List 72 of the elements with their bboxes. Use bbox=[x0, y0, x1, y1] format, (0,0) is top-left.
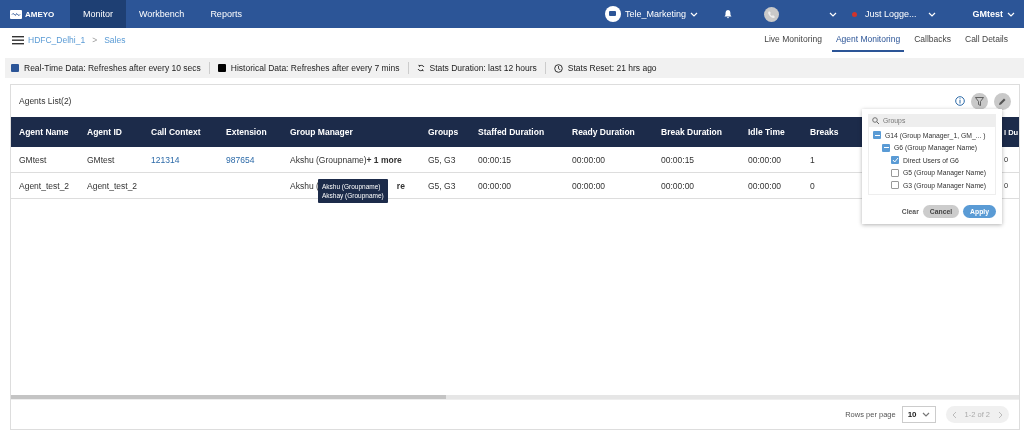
stats-text: Real-Time Data: Refreshes after every 10 secs bbox=[24, 63, 201, 73]
table-cell: 00:00:00 bbox=[661, 180, 695, 191]
table-cell: G5, G3 bbox=[428, 180, 456, 191]
table-cell: 00:00:15 bbox=[478, 154, 512, 165]
status-dropdown[interactable]: Just Logge... bbox=[851, 9, 937, 19]
table-cell: G5, G3 bbox=[428, 154, 456, 165]
checkbox[interactable] bbox=[891, 181, 899, 190]
campaign-dropdown[interactable]: Tele_Marketing bbox=[624, 9, 698, 19]
column-header[interactable]: Breaks bbox=[810, 127, 839, 137]
chevron-down-icon bbox=[928, 10, 937, 18]
menu-icon[interactable] bbox=[12, 35, 24, 45]
chevron-right-icon[interactable] bbox=[998, 410, 1003, 419]
bell-icon[interactable] bbox=[723, 9, 732, 19]
square-icon bbox=[217, 64, 226, 72]
chevron-down-icon bbox=[921, 411, 930, 418]
chevron-down-icon bbox=[1007, 10, 1015, 18]
more-link[interactable]: re bbox=[396, 180, 405, 191]
table-cell: 00:00:00 bbox=[572, 154, 606, 165]
filter-button[interactable] bbox=[971, 92, 988, 110]
column-header[interactable]: Group Manager bbox=[290, 127, 353, 137]
table-cell: GMtest bbox=[19, 154, 47, 165]
table-cell: Agent_test_2 bbox=[87, 180, 138, 191]
table-link[interactable]: 987654 bbox=[226, 154, 255, 165]
checkbox[interactable] bbox=[891, 156, 899, 165]
nav-menu-item[interactable]: Reports bbox=[197, 0, 255, 28]
column-header[interactable]: Idle Time bbox=[748, 127, 785, 137]
refresh-icon bbox=[416, 64, 425, 72]
chevron-down-icon bbox=[689, 10, 698, 18]
filter-icon bbox=[975, 96, 984, 106]
tab[interactable]: Call Details bbox=[961, 28, 1012, 52]
pencil-icon bbox=[998, 96, 1007, 106]
table-cell: 1 bbox=[810, 154, 815, 165]
table-cell: 00:00:15 bbox=[661, 154, 695, 165]
stats-text: Historical Data: Refreshes after every 7 mins bbox=[230, 63, 400, 73]
search-icon bbox=[872, 117, 879, 124]
chevron-down-icon[interactable] bbox=[828, 10, 837, 18]
table-cell: 0 bbox=[810, 180, 815, 191]
more-link[interactable]: + 1 more bbox=[366, 154, 402, 165]
chat-icon bbox=[604, 6, 621, 22]
edit-button[interactable] bbox=[994, 92, 1011, 110]
stats-text: Stats Duration: last 12 hours bbox=[429, 63, 537, 73]
table-cell: Agent_test_2 bbox=[19, 180, 70, 191]
group-manager-text: Akshu (Groupname) bbox=[290, 154, 367, 165]
phone-icon[interactable] bbox=[763, 6, 779, 22]
checkbox[interactable] bbox=[882, 143, 890, 152]
rows-per-page-select[interactable]: 10 bbox=[901, 406, 936, 423]
table-cell: 00:00:00 bbox=[748, 180, 782, 191]
table-cell: 00:00:00 bbox=[478, 180, 512, 191]
checkbox[interactable] bbox=[873, 131, 881, 140]
tab[interactable]: Callbacks bbox=[910, 28, 955, 52]
tab[interactable]: Agent Monitoring bbox=[831, 28, 905, 52]
breadcrumb-separator: > bbox=[92, 35, 98, 45]
column-header[interactable]: Agent ID bbox=[87, 127, 122, 137]
logo-text: AMEYO bbox=[25, 9, 55, 19]
table-cell: 00:00:00 bbox=[748, 154, 782, 165]
checkbox[interactable] bbox=[891, 168, 899, 177]
card-title: Agents List(2) bbox=[19, 96, 73, 106]
table-cell: GMtest bbox=[87, 154, 115, 165]
check-icon bbox=[891, 157, 899, 164]
stats-text: Stats Reset: 21 hrs ago bbox=[567, 63, 657, 73]
scrollbar[interactable] bbox=[11, 395, 1019, 399]
logo-icon bbox=[10, 9, 22, 19]
clock-icon bbox=[553, 63, 563, 73]
table-link[interactable]: 121314 bbox=[151, 154, 180, 165]
nav-menu-item[interactable]: Monitor bbox=[70, 0, 126, 28]
square-icon bbox=[11, 64, 19, 72]
tab[interactable]: Live Monitoring bbox=[760, 28, 826, 52]
chevron-left-icon[interactable] bbox=[951, 410, 957, 419]
user-menu[interactable]: GMtest bbox=[972, 9, 1015, 19]
nav-menu-item[interactable]: Workbench bbox=[126, 0, 198, 28]
info-icon[interactable] bbox=[955, 96, 965, 106]
table-cell: 00:00:00 bbox=[572, 180, 606, 191]
